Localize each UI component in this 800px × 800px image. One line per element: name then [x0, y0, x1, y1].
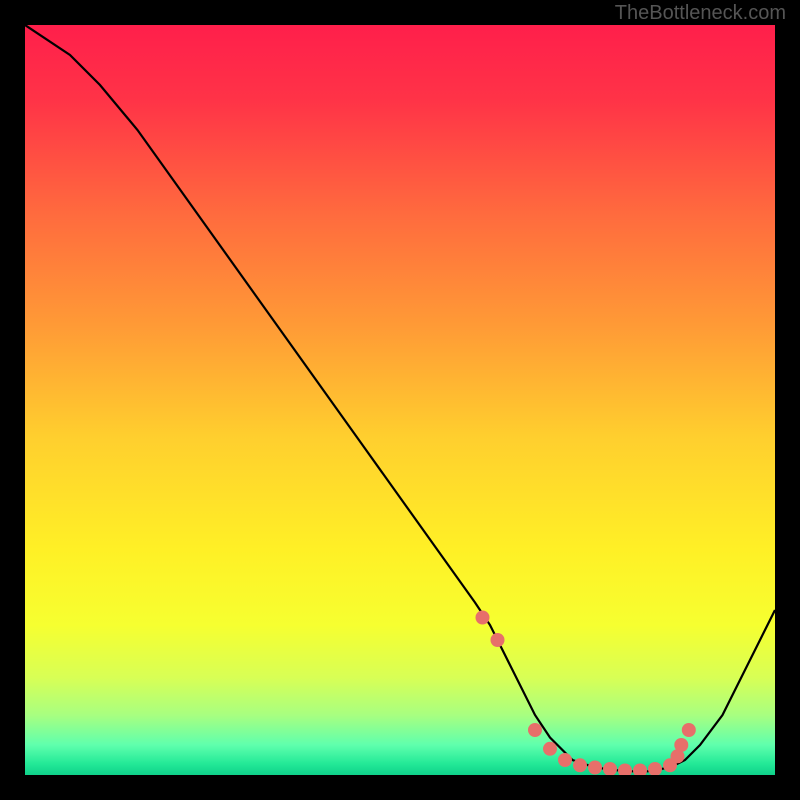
marker-dot — [588, 761, 602, 775]
marker-dot — [558, 753, 572, 767]
plot-area — [25, 25, 775, 775]
marker-dot — [476, 611, 490, 625]
chart-svg — [25, 25, 775, 775]
watermark-text: TheBottleneck.com — [615, 2, 786, 25]
bottleneck-curve — [25, 25, 775, 771]
marker-dot — [491, 633, 505, 647]
marker-dot — [618, 764, 632, 776]
marker-dot — [633, 764, 647, 776]
marker-dot — [648, 762, 662, 775]
marker-dot — [682, 723, 696, 737]
marker-dot — [528, 723, 542, 737]
marker-dot — [543, 742, 557, 756]
marker-dot — [674, 738, 688, 752]
marker-dot — [603, 762, 617, 775]
marker-dot — [573, 758, 587, 772]
highlight-markers — [476, 611, 696, 776]
